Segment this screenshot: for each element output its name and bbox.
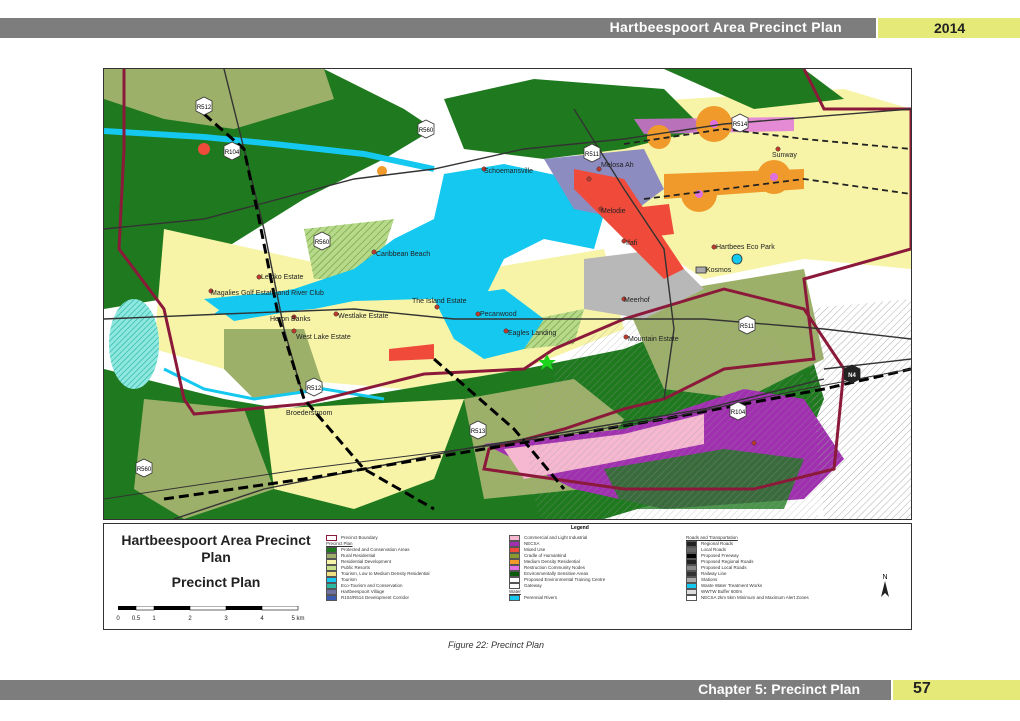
svg-text:R104: R104 [731, 410, 746, 416]
shield-r514: R514 [731, 113, 749, 133]
label-hartbees-eco-park: Hartbees Eco Park [716, 244, 775, 251]
label-pecanwood: Pecanwood [480, 311, 517, 318]
legend-subtitle: Precinct Plan [171, 574, 261, 590]
svg-text:R560: R560 [419, 128, 434, 134]
header-year: 2014 [934, 20, 966, 36]
label-heron-banks: Heron Banks [270, 316, 311, 323]
scale-seg [154, 606, 190, 610]
shield-r511b: R511 [738, 315, 756, 335]
svg-text:R560: R560 [315, 240, 330, 246]
label-eagles-landing: Eagles Landing [508, 330, 556, 337]
scale-seg [118, 606, 136, 610]
svg-text:R514: R514 [733, 122, 748, 128]
legend-label: Gateway [524, 583, 542, 588]
label-leloko-estate: Leloko Estate [261, 274, 304, 281]
shield-r560: R560 [417, 119, 435, 139]
svg-text:R560: R560 [137, 467, 152, 473]
scale-tick: 4 [260, 616, 264, 622]
page-header: Hartbeespoort Area Precinct Plan 2014 [0, 18, 1020, 38]
legend-heading: Legend [571, 525, 589, 531]
shield-n4: N4 [843, 364, 861, 384]
scale-tick: 1 [152, 616, 156, 622]
footer-chapter: Chapter 5: Precinct Plan [698, 681, 860, 697]
shield-r104: R104 [223, 141, 241, 161]
legend-column-3: Roads and Transportation Regional Roads Lo… [686, 535, 886, 601]
legend-item: Perennial Rivers [509, 595, 679, 601]
legend-label: R104/R514 Development Corridor [341, 595, 410, 600]
label-ifafi: Ifafi [626, 240, 638, 247]
svg-text:R104: R104 [225, 150, 240, 156]
svg-text:R513: R513 [471, 429, 486, 435]
legend-label: Perennial Rivers [524, 595, 558, 600]
community-node-marker [710, 120, 718, 128]
svg-text:R511: R511 [585, 152, 600, 158]
scale-tick: 0 [116, 616, 120, 622]
label-broederstroom: Broederstroom [286, 410, 332, 417]
label-sunway: Sunway [772, 152, 797, 159]
label-west-lake-estate: West Lake Estate [296, 334, 351, 341]
scale-tick: 0.5 [132, 616, 141, 622]
precinct-map[interactable]: R512 R560 R104 R511 R514 R560 R511 R512 … [103, 68, 912, 520]
shield-r560b: R560 [313, 231, 331, 251]
svg-text:R511: R511 [740, 324, 755, 330]
legend-label: NECSA 2km 5km Minimum and Maximum Alert … [701, 595, 809, 600]
wwtw-marker [731, 253, 743, 265]
label-westlake-estate: Westlake Estate [338, 313, 389, 320]
label-schoemansville: Schoemansville [484, 168, 533, 175]
page-footer: Chapter 5: Precinct Plan 57 [0, 680, 1020, 700]
scale-seg [261, 605, 299, 611]
shield-r513: R513 [469, 420, 487, 440]
svg-text:N: N [882, 574, 887, 581]
legend-item: R104/R514 Development Corridor [326, 595, 496, 601]
gateway-marker [198, 143, 210, 155]
shield-r512b: R512 [305, 377, 323, 397]
figure-caption: Figure 22: Precinct Plan [448, 640, 545, 650]
svg-text:R512: R512 [197, 105, 212, 111]
north-arrow-icon: N [881, 574, 889, 597]
eco-tourism-west [109, 299, 159, 389]
scale-tick: 5 km [291, 616, 304, 622]
station-kosmos [695, 266, 707, 274]
label-mountain-estate: Mountain Estate [628, 336, 679, 343]
label-kosmos: Kosmos [706, 267, 732, 274]
header-title: Hartbeespoort Area Precinct Plan [609, 19, 842, 35]
shield-r511: R511 [583, 143, 601, 163]
scale-bar: 0 0.5 1 2 3 4 5 km [116, 605, 316, 626]
shield-r512: R512 [195, 96, 213, 116]
legend-title: Hartbeespoort Area Precinct Plan [121, 532, 311, 565]
label-caribbean-beach: Caribbean Beach [376, 251, 430, 258]
svg-text:R512: R512 [307, 386, 322, 392]
label-island-estate: The Island Estate [412, 298, 467, 305]
label-meerhof: Meerhof [624, 297, 650, 304]
map-legend: Hartbeespoort Area Precinct Plan Precinc… [103, 523, 912, 630]
label-melodie: Melodie [601, 208, 626, 215]
legend-swatch [686, 595, 697, 601]
label-melosa-ah: Melosa Ah [601, 162, 634, 169]
scale-seg [226, 606, 262, 610]
scale-tick: 3 [224, 616, 228, 622]
legend-item: NECSA 2km 5km Minimum and Maximum Alert … [686, 595, 886, 601]
legend-swatch [509, 595, 520, 601]
legend-swatch [326, 595, 337, 601]
legend-column-1: Precinct Boundary Precinct Plan Protected … [326, 535, 496, 601]
page-number: 57 [913, 680, 931, 697]
scale-seg [189, 605, 227, 611]
scale-seg [135, 605, 155, 611]
label-magalies-golf-estate: Magalies Golf Estate and River Club [211, 290, 324, 297]
shield-r560c: R560 [135, 458, 153, 478]
svg-text:N4: N4 [848, 373, 856, 379]
legend-column-2: Commercial and Light Industrial NECSA Mixe… [509, 535, 679, 601]
community-node-marker [695, 190, 703, 198]
scale-tick: 2 [188, 616, 192, 622]
community-node-marker [770, 173, 778, 181]
shield-r104b: R104 [729, 401, 747, 421]
